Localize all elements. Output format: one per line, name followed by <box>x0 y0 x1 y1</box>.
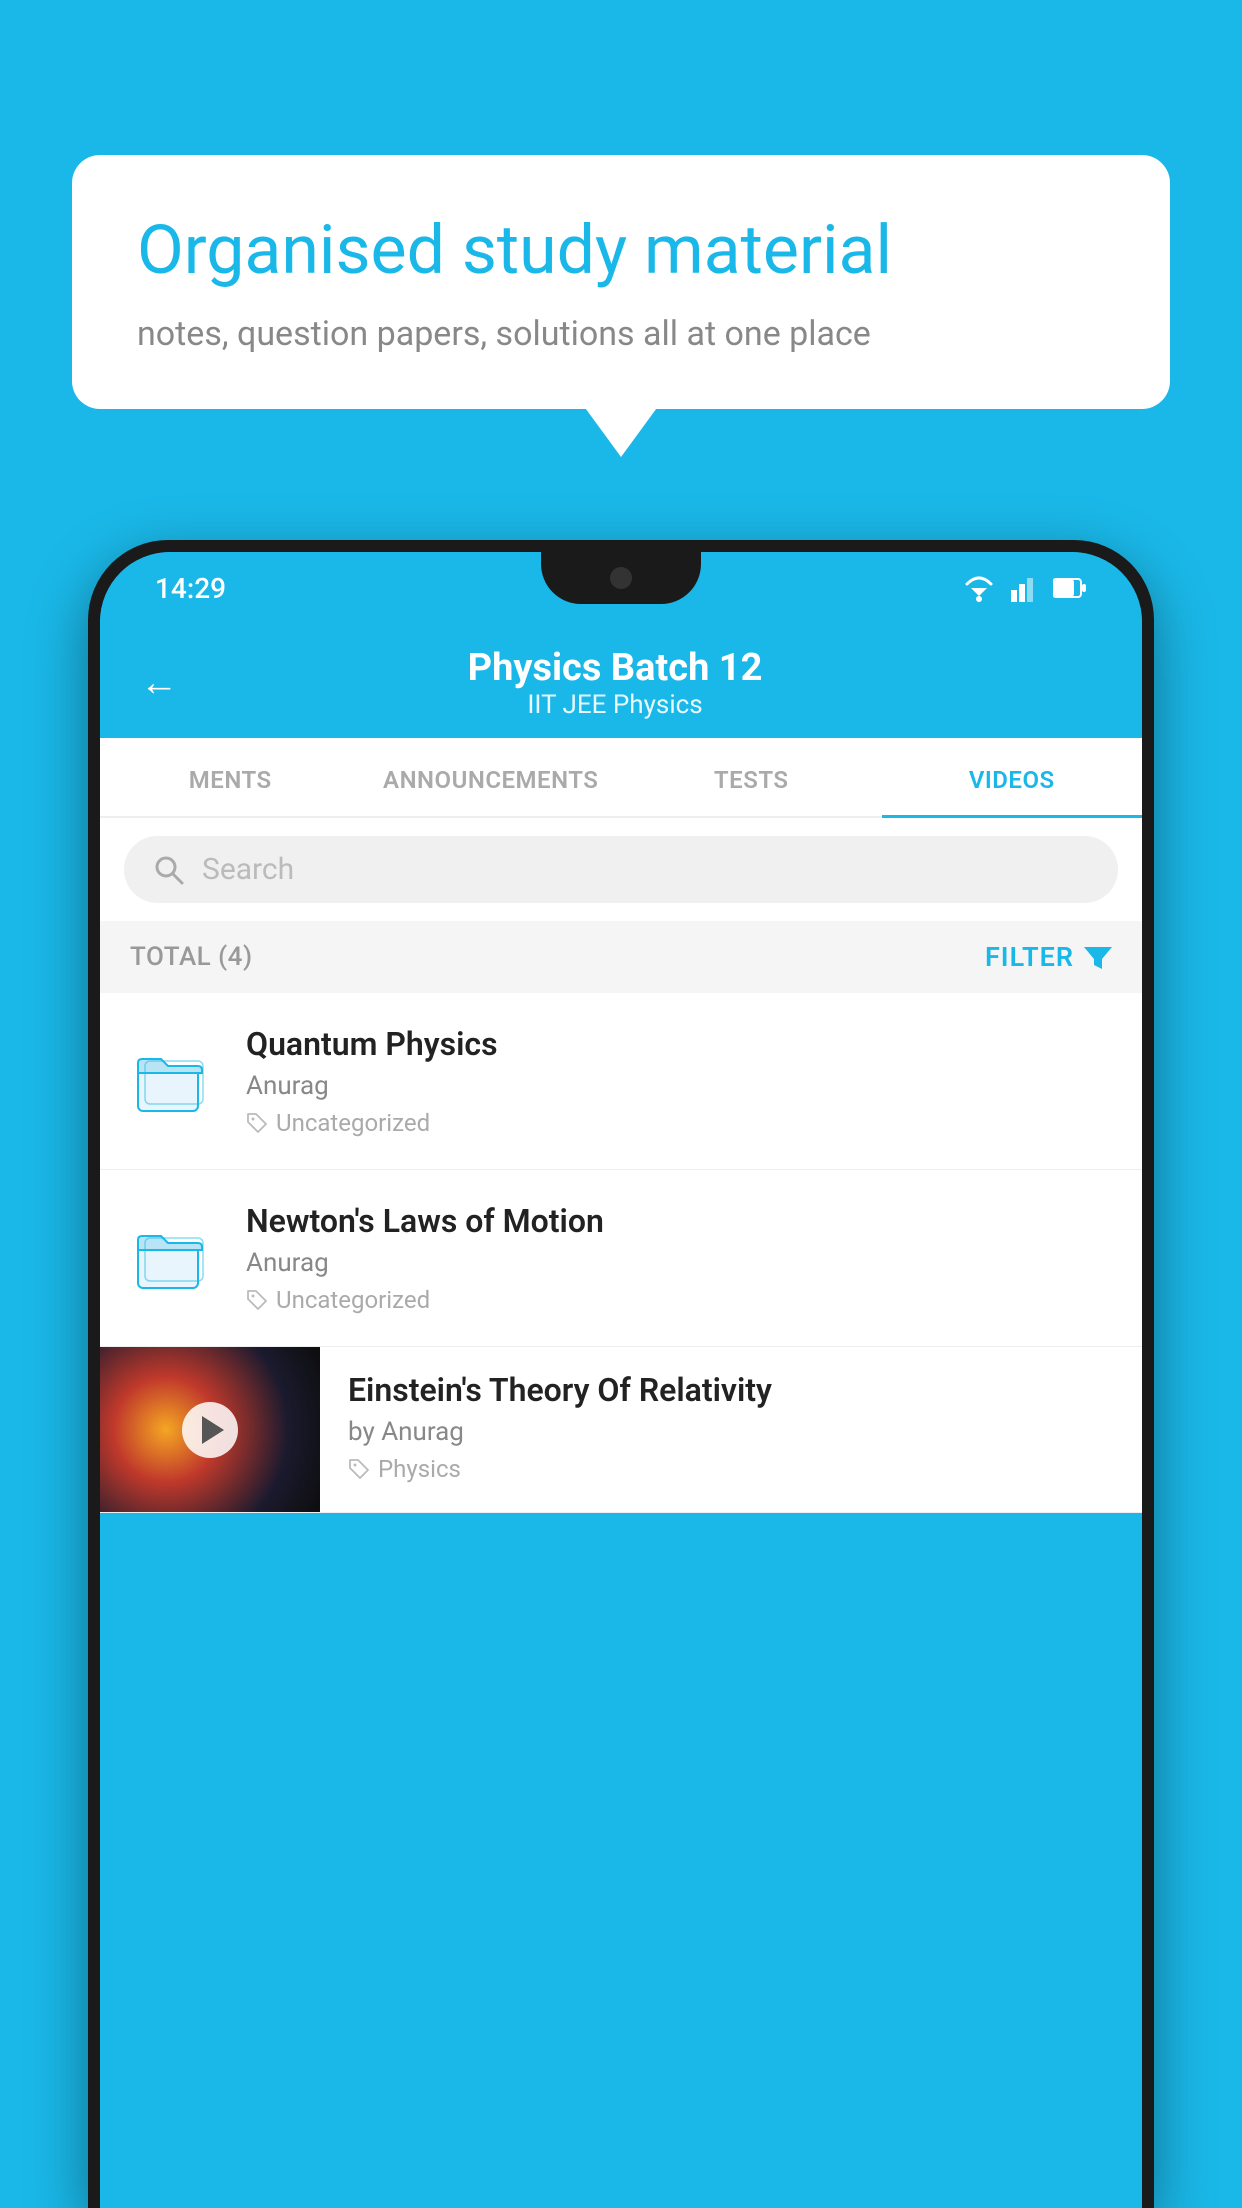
item-icon <box>128 1213 218 1303</box>
bubble-subtitle: notes, question papers, solutions all at… <box>137 314 1105 354</box>
item-info: Quantum Physics Anurag Uncategorized <box>246 1025 1114 1137</box>
tab-announcements[interactable]: ANNOUNCEMENTS <box>361 738 622 816</box>
tab-tests[interactable]: TESTS <box>621 738 882 816</box>
item-author: Anurag <box>246 1071 1114 1101</box>
search-bar[interactable]: Search <box>124 836 1118 903</box>
camera-dot <box>610 567 632 589</box>
folder-icon <box>133 1218 213 1298</box>
video-tag: Physics <box>348 1455 1118 1483</box>
list-container: Quantum Physics Anurag Uncategorized <box>100 993 1142 1513</box>
video-thumbnail <box>100 1347 320 1512</box>
item-tag: Uncategorized <box>246 1286 1114 1314</box>
wifi-icon <box>961 574 997 602</box>
back-button[interactable]: ← <box>140 661 178 705</box>
search-icon <box>152 853 186 887</box>
item-tag: Uncategorized <box>246 1109 1114 1137</box>
video-list-item[interactable]: Einstein's Theory Of Relativity by Anura… <box>100 1347 1142 1513</box>
folder-icon <box>133 1041 213 1121</box>
phone-mockup: 14:29 <box>88 540 1154 2208</box>
phone-inner: 14:29 <box>100 552 1142 2208</box>
tab-ments[interactable]: MENTS <box>100 738 361 816</box>
bubble-title: Organised study material <box>137 210 1105 292</box>
play-triangle-icon <box>202 1416 224 1444</box>
status-icons <box>961 574 1087 602</box>
list-item[interactable]: Newton's Laws of Motion Anurag Uncategor… <box>100 1170 1142 1347</box>
status-time: 14:29 <box>155 572 226 605</box>
item-title: Quantum Physics <box>246 1025 1114 1063</box>
phone-outer: 14:29 <box>88 540 1154 2208</box>
header-title-block: Physics Batch 12 IIT JEE Physics <box>208 646 1022 720</box>
status-bar: 14:29 <box>100 552 1142 624</box>
battery-icon <box>1053 577 1087 599</box>
speech-bubble: Organised study material notes, question… <box>72 155 1170 409</box>
search-placeholder: Search <box>202 852 294 887</box>
filter-label: FILTER <box>985 941 1074 973</box>
speech-bubble-container: Organised study material notes, question… <box>72 155 1170 409</box>
header-title: Physics Batch 12 <box>208 646 1022 690</box>
item-info: Newton's Laws of Motion Anurag Uncategor… <box>246 1202 1114 1314</box>
header-subtitle: IIT JEE Physics <box>208 690 1022 720</box>
play-button[interactable] <box>182 1402 238 1458</box>
tabs-bar: MENTS ANNOUNCEMENTS TESTS VIDEOS <box>100 738 1142 818</box>
list-item[interactable]: Quantum Physics Anurag Uncategorized <box>100 993 1142 1170</box>
app-header: ← Physics Batch 12 IIT JEE Physics <box>100 624 1142 738</box>
tag-icon <box>246 1289 268 1311</box>
video-title: Einstein's Theory Of Relativity <box>348 1371 1118 1409</box>
item-author: Anurag <box>246 1248 1114 1278</box>
search-container: Search <box>100 818 1142 921</box>
item-icon <box>128 1036 218 1126</box>
tag-icon <box>246 1112 268 1134</box>
video-info: Einstein's Theory Of Relativity by Anura… <box>320 1347 1142 1507</box>
notch <box>541 552 701 604</box>
tag-icon <box>348 1458 370 1480</box>
total-count: TOTAL (4) <box>130 942 253 972</box>
filter-button[interactable]: FILTER <box>985 941 1112 973</box>
signal-icon <box>1011 574 1039 602</box>
tab-videos[interactable]: VIDEOS <box>882 738 1143 816</box>
filter-row: TOTAL (4) FILTER <box>100 921 1142 993</box>
filter-icon <box>1084 943 1112 971</box>
item-title: Newton's Laws of Motion <box>246 1202 1114 1240</box>
video-author: by Anurag <box>348 1417 1118 1447</box>
